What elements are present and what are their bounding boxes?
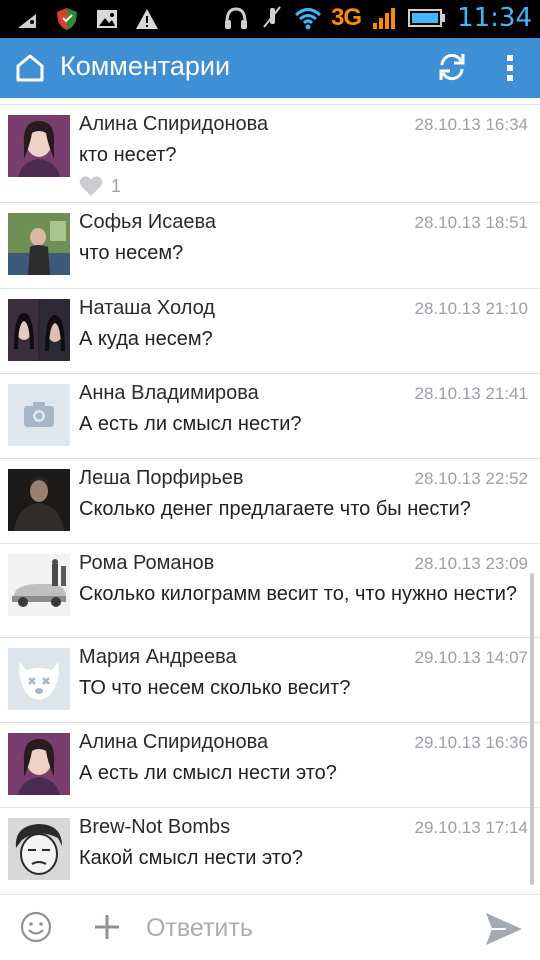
overflow-menu-icon[interactable] [500, 52, 520, 84]
comment-item[interactable]: Алина Спиридонова 28.10.13 16:34 кто нес… [0, 105, 540, 203]
avatar-image [8, 115, 70, 177]
comment-date: 28.10.13 21:41 [414, 384, 528, 403]
wifi-icon [295, 8, 322, 30]
comment-text: А куда несем? [79, 328, 213, 350]
comment-text: А есть ли смысл нести это? [79, 762, 337, 784]
page-title: Комментарии [60, 51, 231, 81]
like-button[interactable]: 1 [79, 175, 121, 197]
comment-text: А есть ли смысл нести? [79, 413, 302, 435]
comment-item[interactable]: Наташа Холод 28.10.13 21:10 А куда несем… [0, 289, 540, 374]
avatar-image [8, 554, 70, 616]
comment-author[interactable]: Леша Порфирьев [79, 467, 244, 490]
avatar[interactable] [8, 115, 70, 177]
battery-icon [408, 9, 446, 27]
comment-item[interactable]: Brew-Not Bombs 29.10.13 17:14 Какой смыс… [0, 808, 540, 894]
comment-text: Сколько килограмм весит то, что нужно не… [79, 583, 517, 605]
comment-author[interactable]: Наташа Холод [79, 297, 215, 320]
comment-author[interactable]: Brew-Not Bombs [79, 816, 230, 839]
avatar[interactable] [8, 213, 70, 275]
send-icon[interactable] [484, 911, 524, 947]
android-icon [18, 14, 36, 28]
camera-placeholder-icon [8, 384, 70, 446]
comment-item[interactable]: Алина Спиридонова 29.10.13 16:36 А есть … [0, 723, 540, 808]
comment-author[interactable]: Софья Исаева [79, 211, 216, 234]
comment-item[interactable]: Леша Порфирьев 28.10.13 22:52 Сколько де… [0, 459, 540, 544]
avatar-image [8, 733, 70, 795]
mute-icon [263, 6, 281, 28]
comment-text: Какой смысл нести это? [79, 847, 303, 869]
comment-date: 28.10.13 18:51 [414, 213, 528, 232]
comment-date: 28.10.13 23:09 [414, 554, 528, 573]
image-icon [97, 10, 117, 28]
comment-author[interactable]: Алина Спиридонова [79, 113, 268, 136]
comment-text: что несем? [79, 242, 184, 264]
avatar[interactable] [8, 648, 70, 710]
comment-author[interactable]: Анна Владимирова [79, 382, 259, 405]
action-bar: Комментарии [0, 38, 540, 98]
comment-date: 28.10.13 22:52 [414, 469, 528, 488]
avatar[interactable] [8, 733, 70, 795]
home-icon[interactable] [14, 52, 46, 84]
network-type: 3G [331, 4, 362, 31]
avatar[interactable] [8, 469, 70, 531]
deactivated-dog-icon [8, 648, 70, 710]
status-bar: 3G 11:34 [0, 0, 540, 38]
avatar[interactable] [8, 554, 70, 616]
reply-input[interactable] [146, 909, 466, 947]
comment-date: 28.10.13 21:10 [414, 299, 528, 318]
comment-author[interactable]: Рома Романов [79, 552, 214, 575]
comment-item[interactable]: Мария Андреева 29.10.13 14:07 ТО что нес… [0, 638, 540, 723]
heart-icon [79, 176, 103, 196]
plus-icon[interactable] [93, 913, 121, 941]
scrollbar[interactable] [530, 573, 534, 885]
comments-list[interactable]: Алина Спиридонова 28.10.13 16:34 кто нес… [0, 98, 540, 894]
comment-date: 29.10.13 17:14 [414, 818, 528, 837]
comment-item[interactable]: Анна Владимирова 28.10.13 21:41 А есть л… [0, 374, 540, 459]
reply-composer [0, 894, 540, 960]
avatar[interactable] [8, 299, 70, 361]
avatar-image [8, 299, 70, 361]
like-count: 1 [111, 175, 122, 196]
comment-text: ТО что несем сколько весит? [79, 677, 351, 699]
headphones-icon [225, 7, 248, 29]
avatar-image [8, 469, 70, 531]
avatar[interactable] [8, 818, 70, 880]
comment-date: 29.10.13 14:07 [414, 648, 528, 667]
refresh-icon[interactable] [436, 51, 468, 83]
comment-item[interactable]: Софья Исаева 28.10.13 18:51 что несем? [0, 203, 540, 289]
avatar[interactable] [8, 384, 70, 446]
shield-icon [57, 8, 77, 30]
avatar-image [8, 213, 70, 275]
comment-date: 28.10.13 16:34 [414, 115, 528, 134]
signal-icon [373, 8, 396, 29]
clock: 11:34 [457, 3, 532, 33]
smile-icon[interactable] [20, 911, 52, 943]
comment-author[interactable]: Алина Спиридонова [79, 731, 268, 754]
comment-date: 29.10.13 16:36 [414, 733, 528, 752]
comment-text: кто несет? [79, 144, 177, 166]
comment-text: Сколько денег предлагаете что бы нести? [79, 498, 471, 520]
warning-icon [136, 9, 158, 29]
comment-item[interactable]: Рома Романов 28.10.13 23:09 Сколько кило… [0, 544, 540, 638]
avatar-image [8, 818, 70, 880]
comment-author[interactable]: Мария Андреева [79, 646, 237, 669]
